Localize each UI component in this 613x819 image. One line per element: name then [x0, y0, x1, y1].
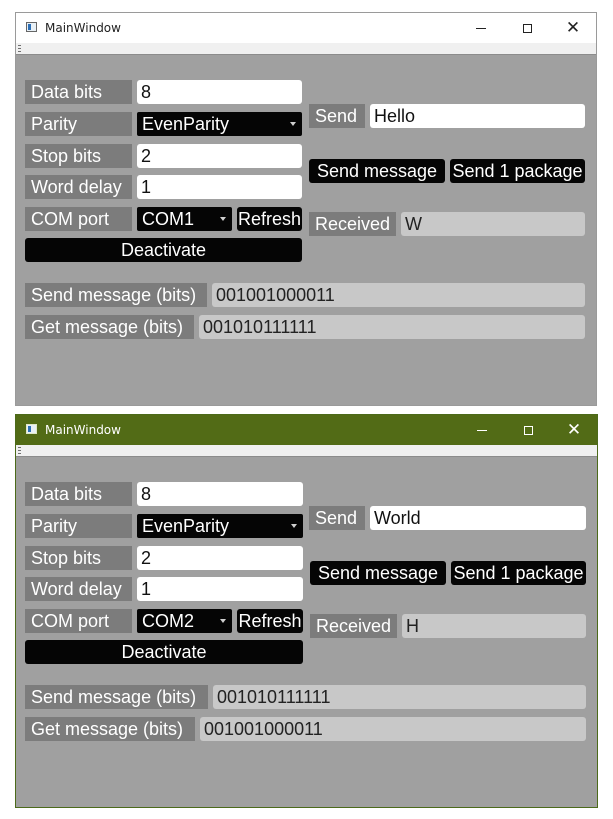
app-window-icon	[26, 424, 37, 434]
maximize-icon	[522, 23, 532, 33]
data-bits-input[interactable]: 8	[137, 80, 302, 104]
stop-bits-label: Stop bits	[25, 144, 132, 168]
deactivate-button[interactable]: Deactivate	[25, 238, 302, 262]
parity-select[interactable]: EvenParity	[137, 112, 302, 136]
get-message-bits-field: 001010111111	[199, 315, 585, 339]
get-message-bits-field: 001001000011	[200, 717, 586, 741]
received-label: Received	[309, 212, 396, 236]
main-window-2: MainWindow ✕ Data bits 8 Parity EvenPari…	[15, 414, 598, 808]
maximize-button[interactable]	[504, 13, 550, 43]
parity-label: Parity	[25, 514, 132, 538]
get-message-bits-label: Get message (bits)	[25, 315, 194, 339]
refresh-button[interactable]: Refresh	[237, 609, 303, 633]
received-field: H	[402, 614, 586, 638]
chevron-down-icon	[220, 217, 226, 221]
minimize-button[interactable]	[458, 13, 504, 43]
send-input[interactable]: Hello	[370, 104, 585, 128]
com-port-label: COM port	[25, 609, 132, 633]
send-input[interactable]: World	[370, 506, 586, 530]
send-label: Send	[309, 506, 365, 530]
main-window-1: MainWindow ✕ Data bits 8 Parity EvenPari…	[15, 12, 597, 406]
word-delay-input[interactable]: 1	[137, 175, 302, 199]
send-message-bits-field: 001010111111	[213, 685, 586, 709]
title-bar[interactable]: MainWindow ✕	[16, 13, 596, 43]
minimize-icon	[477, 429, 487, 431]
app-window-icon	[26, 22, 37, 32]
send-package-button[interactable]: Send 1 package	[450, 159, 585, 183]
window-title: MainWindow	[45, 423, 121, 437]
com-port-select[interactable]: COM2	[137, 609, 232, 633]
send-message-bits-label: Send message (bits)	[25, 283, 207, 307]
toolbar	[16, 445, 597, 457]
send-message-button[interactable]: Send message	[310, 561, 446, 585]
maximize-button[interactable]	[505, 415, 551, 445]
com-port-value: COM2	[142, 611, 195, 631]
close-icon: ✕	[565, 17, 581, 38]
close-button[interactable]: ✕	[551, 415, 597, 445]
send-package-button[interactable]: Send 1 package	[451, 561, 586, 585]
received-field: W	[401, 212, 585, 236]
data-bits-label: Data bits	[25, 482, 132, 506]
chevron-down-icon	[290, 122, 296, 126]
maximize-icon	[523, 425, 533, 435]
data-bits-input[interactable]: 8	[137, 482, 303, 506]
get-message-bits-label: Get message (bits)	[25, 717, 195, 741]
data-bits-label: Data bits	[25, 80, 132, 104]
stop-bits-label: Stop bits	[25, 546, 132, 570]
toolbar-grip-icon[interactable]	[18, 45, 21, 52]
stop-bits-input[interactable]: 2	[137, 546, 303, 570]
title-bar[interactable]: MainWindow ✕	[16, 415, 597, 445]
refresh-button[interactable]: Refresh	[237, 207, 302, 231]
close-button[interactable]: ✕	[550, 13, 596, 43]
word-delay-label: Word delay	[25, 577, 132, 601]
word-delay-input[interactable]: 1	[137, 577, 303, 601]
chevron-down-icon	[291, 524, 297, 528]
parity-select[interactable]: EvenParity	[137, 514, 303, 538]
com-port-select[interactable]: COM1	[137, 207, 232, 231]
parity-value: EvenParity	[142, 516, 230, 536]
window-title: MainWindow	[45, 21, 121, 35]
send-label: Send	[309, 104, 365, 128]
close-icon: ✕	[566, 419, 582, 440]
send-message-button[interactable]: Send message	[309, 159, 445, 183]
received-label: Received	[310, 614, 397, 638]
word-delay-label: Word delay	[25, 175, 132, 199]
send-message-bits-field: 001001000011	[212, 283, 585, 307]
com-port-label: COM port	[25, 207, 132, 231]
toolbar	[16, 43, 596, 55]
parity-label: Parity	[25, 112, 132, 136]
deactivate-button[interactable]: Deactivate	[25, 640, 303, 664]
minimize-icon	[476, 27, 486, 29]
stop-bits-input[interactable]: 2	[137, 144, 302, 168]
parity-value: EvenParity	[142, 114, 230, 134]
com-port-value: COM1	[142, 209, 195, 229]
toolbar-grip-icon[interactable]	[18, 447, 21, 454]
chevron-down-icon	[220, 619, 226, 623]
send-message-bits-label: Send message (bits)	[25, 685, 208, 709]
minimize-button[interactable]	[459, 415, 505, 445]
